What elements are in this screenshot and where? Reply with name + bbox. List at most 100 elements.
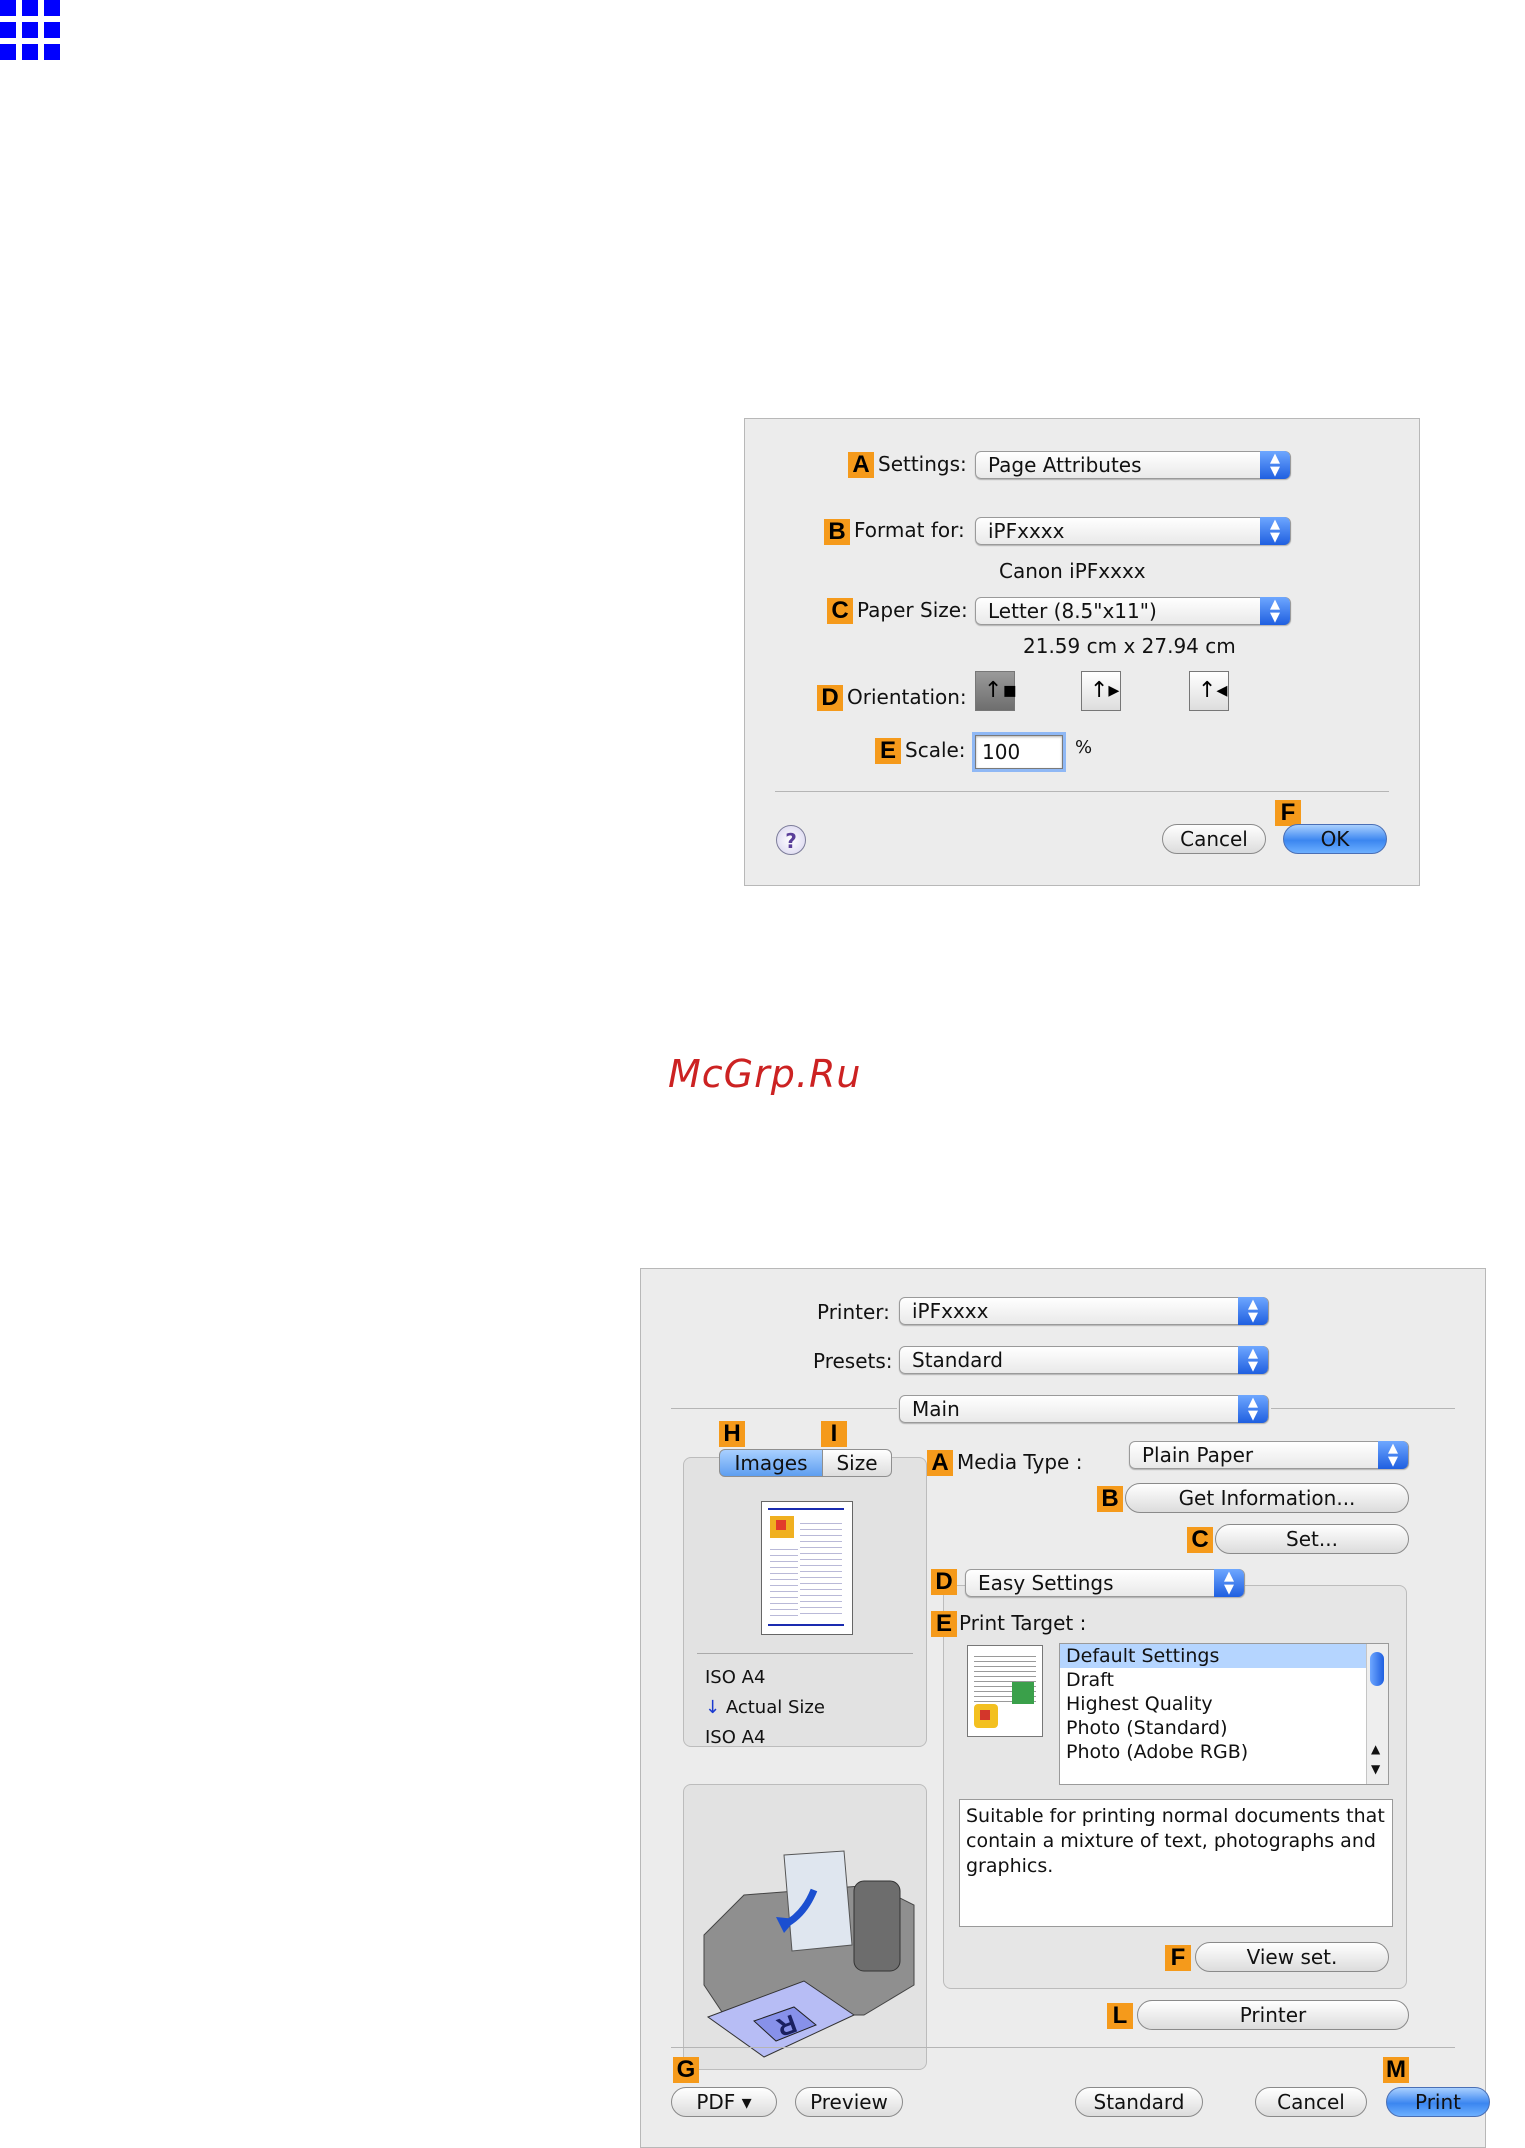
panel-value: Main [912,1397,960,1421]
reverse-landscape-icon: ↑◂ [1198,678,1228,703]
popup-arrows-icon: ▲ ▼ [1260,597,1290,625]
media-type-value: Plain Paper [1142,1443,1254,1467]
callout-e: E [875,738,901,764]
portrait-icon: ↑▪ [984,678,1018,703]
list-scrollbar[interactable]: ▲ ▼ [1366,1644,1388,1784]
printer-label: Printer: [817,1300,890,1324]
printer-illustration: R [703,1850,915,2058]
printer-value: iPFxxxx [912,1299,989,1323]
popup-arrows-icon: ▲ ▼ [1214,1569,1244,1597]
callout-h: H [719,1421,745,1447]
print-button[interactable]: Print [1386,2087,1490,2117]
list-item[interactable]: Photo (Standard) [1060,1716,1388,1740]
printer-popup[interactable]: iPFxxxx ▲ ▼ [899,1297,1269,1325]
callout-g: G [673,2057,699,2083]
format-for-value: iPFxxxx [988,519,1065,543]
size-info-line1: ISO A4 [705,1667,766,1688]
callout-f: F [1275,800,1301,826]
scroll-up-icon[interactable]: ▲ [1371,1742,1380,1756]
settings-value: Page Attributes [988,453,1142,477]
media-type-popup[interactable]: Plain Paper ▲ ▼ [1129,1441,1409,1469]
popup-arrows-icon: ▲ ▼ [1238,1346,1268,1374]
reverse-landscape-orientation-button[interactable]: ↑◂ [1189,671,1229,711]
get-information-button[interactable]: Get Information... [1125,1483,1409,1513]
scale-input[interactable]: 100 [975,735,1063,769]
portrait-orientation-button[interactable]: ↑▪ [975,671,1018,711]
preview-button[interactable]: Preview [795,2087,903,2117]
scroll-down-icon[interactable]: ▼ [1371,1762,1380,1776]
size-info-line2-text: Actual Size [725,1697,825,1718]
pdf-button[interactable]: PDF ▾ [671,2087,777,2117]
print-target-label: Print Target : [959,1611,1087,1635]
tab-images[interactable]: Images [719,1449,823,1477]
watermark-text: McGrp.Ru [668,1052,862,1096]
callout-m: M [1383,2057,1409,2083]
format-for-label: Format for: [854,518,965,542]
paper-size-subtext: 21.59 cm x 27.94 cm [1023,634,1236,658]
print-target-list[interactable]: Default Settings Draft Highest Quality P… [1059,1643,1389,1785]
easy-settings-popup[interactable]: Easy Settings ▲ ▼ [965,1569,1245,1597]
list-item[interactable]: Draft [1060,1668,1388,1692]
landscape-icon: ↑▸ [1090,678,1120,703]
popup-arrows-icon: ▲ ▼ [1378,1441,1408,1469]
orientation-label: Orientation: [847,685,967,709]
separator [775,791,1389,792]
description-box: Suitable for printing normal documents t… [959,1799,1393,1927]
presets-label: Presets: [813,1349,893,1373]
callout-e: E [931,1611,957,1637]
list-item[interactable]: Default Settings [1060,1644,1388,1668]
size-info-line3: ISO A4 [705,1727,766,1748]
page-preview-thumbnail [761,1501,853,1635]
callout-c: C [827,598,853,624]
callout-a: A [927,1450,953,1476]
separator [671,2047,1455,2048]
presets-popup[interactable]: Standard ▲ ▼ [899,1346,1269,1374]
landscape-orientation-button[interactable]: ↑▸ [1081,671,1121,711]
printer-illustration-panel: R [683,1784,927,2070]
scroll-thumb[interactable] [1370,1652,1384,1686]
standard-button[interactable]: Standard [1075,2087,1203,2117]
callout-c: C [1187,1527,1213,1553]
settings-popup[interactable]: Page Attributes ▲ ▼ [975,451,1291,479]
cancel-button[interactable]: Cancel [1255,2087,1367,2117]
panel-popup[interactable]: Main ▲ ▼ [899,1395,1269,1423]
media-type-label: Media Type : [957,1450,1083,1474]
callout-b: B [1097,1486,1123,1512]
list-item[interactable]: Photo (Adobe RGB) [1060,1740,1388,1764]
grid-menu-icon [0,0,60,66]
page-setup-dialog: A Settings: Page Attributes ▲ ▼ B Format … [744,418,1420,886]
popup-arrows-icon: ▲ ▼ [1238,1297,1268,1325]
presets-value: Standard [912,1348,1003,1372]
format-for-popup[interactable]: iPFxxxx ▲ ▼ [975,517,1291,545]
callout-a: A [848,452,874,478]
paper-size-label: Paper Size: [857,598,968,622]
callout-i: I [821,1421,847,1447]
separator [1271,1408,1455,1409]
popup-arrows-icon: ▲ ▼ [1260,517,1290,545]
size-info-line2: ↓ Actual Size [705,1697,825,1718]
help-button[interactable]: ? [776,825,806,855]
popup-arrows-icon: ▲ ▼ [1238,1395,1268,1423]
arrow-down-icon: ↓ [705,1697,721,1718]
callout-d: D [931,1569,957,1595]
settings-label: Settings: [878,452,967,476]
popup-arrows-icon: ▲ ▼ [1260,451,1290,479]
print-target-thumbnail [967,1645,1043,1737]
list-item[interactable]: Highest Quality [1060,1692,1388,1716]
view-set-button[interactable]: View set. [1195,1942,1389,1972]
paper-size-value: Letter (8.5"x11") [988,599,1157,623]
format-for-subtext: Canon iPFxxxx [999,559,1146,583]
callout-d: D [817,685,843,711]
separator [697,1653,913,1654]
tab-size[interactable]: Size [822,1449,892,1477]
callout-b: B [824,519,850,545]
callout-f: F [1165,1945,1191,1971]
printer-button[interactable]: Printer [1137,2000,1409,2030]
paper-size-popup[interactable]: Letter (8.5"x11") ▲ ▼ [975,597,1291,625]
set-button[interactable]: Set... [1215,1524,1409,1554]
easy-settings-value: Easy Settings [978,1571,1114,1595]
ok-button[interactable]: OK [1283,824,1387,854]
cancel-button[interactable]: Cancel [1162,824,1266,854]
callout-l: L [1107,2003,1133,2029]
print-dialog: Printer: iPFxxxx ▲ ▼ Presets: Standard ▲ ▼… [640,1268,1490,2148]
